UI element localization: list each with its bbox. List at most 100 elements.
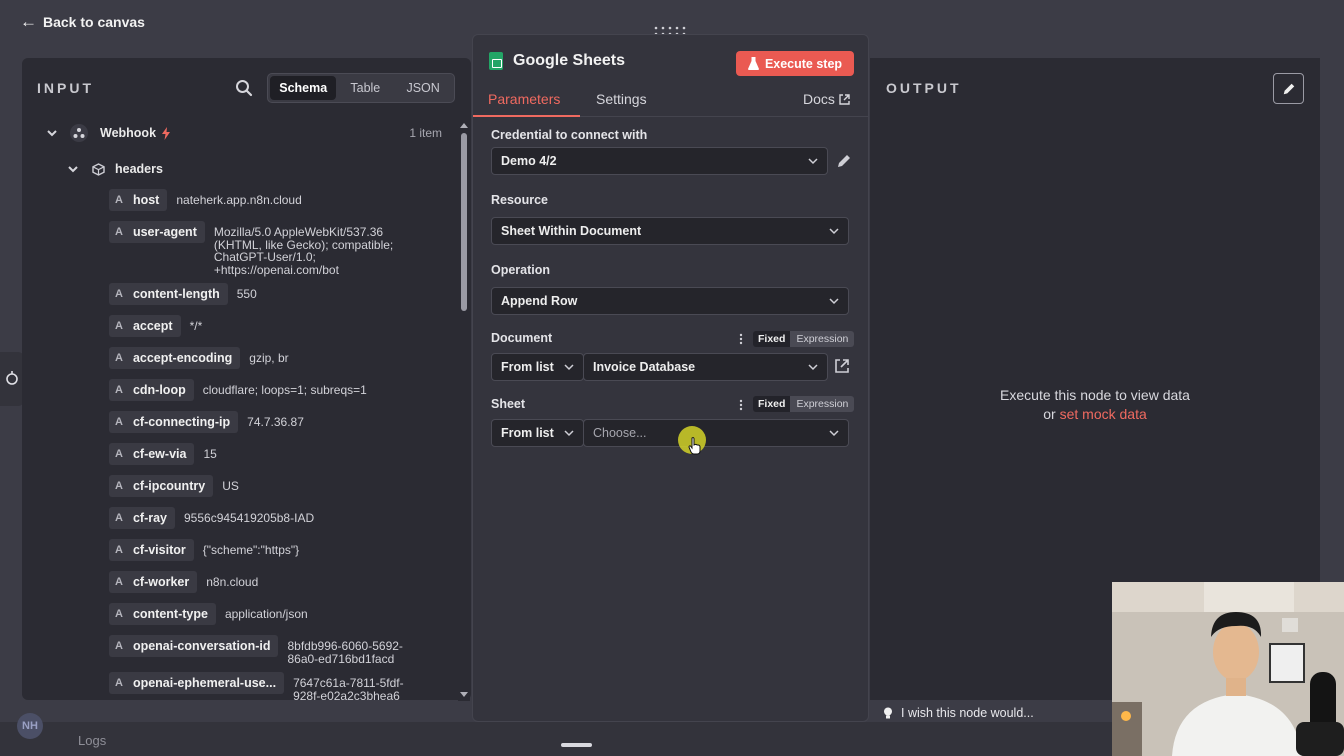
field-accept[interactable]: Aaccept */* <box>109 315 202 337</box>
field-key[interactable]: Acf-connecting-ip <box>109 411 239 433</box>
field-key[interactable]: Auser-agent <box>109 221 205 243</box>
key-label: cf-worker <box>132 575 190 589</box>
document-value: Invoice Database <box>593 360 696 374</box>
logs-toggle[interactable]: Logs <box>78 733 106 748</box>
field-key[interactable]: Ahost <box>109 189 168 211</box>
field-key[interactable]: Acontent-type <box>109 603 216 625</box>
field-value: 550 <box>236 287 257 301</box>
tab-settings[interactable]: Settings <box>596 91 647 107</box>
tab-parameters[interactable]: Parameters <box>488 91 560 107</box>
scroll-down-icon[interactable] <box>460 690 468 698</box>
field-user-agent[interactable]: Auser-agent Mozilla/5.0 AppleWebKit/537.… <box>109 221 393 276</box>
fixed-toggle[interactable]: Fixed <box>753 331 791 347</box>
field-value: */* <box>189 319 203 333</box>
field-value: n8n.cloud <box>206 575 259 589</box>
execute-label: Execute step <box>764 56 843 71</box>
execute-step-button[interactable]: Execute step <box>736 51 854 76</box>
expression-toggle[interactable]: Expression <box>790 331 855 347</box>
field-key[interactable]: Acontent-length <box>109 283 228 305</box>
field-cf-connecting-ip[interactable]: Acf-connecting-ip 74.7.36.87 <box>109 411 304 433</box>
back-to-canvas-button[interactable]: ← Back to canvas <box>20 13 145 30</box>
field-cdn-loop[interactable]: Acdn-loop cloudflare; loops=1; subreqs=1 <box>109 379 367 401</box>
field-cf-worker[interactable]: Acf-worker n8n.cloud <box>109 571 258 593</box>
document-mode-toggle: Fixed Expression <box>753 331 855 347</box>
string-type-icon: A <box>115 384 123 396</box>
document-mode: From list <box>501 360 554 374</box>
field-key[interactable]: Acf-worker <box>109 571 198 593</box>
key-label: content-length <box>132 287 220 301</box>
field-key[interactable]: Aaccept <box>109 315 181 337</box>
mock-hint: or set mock data <box>870 405 1320 424</box>
document-select[interactable]: Invoice Database <box>583 353 828 381</box>
scroll-thumb[interactable] <box>461 133 467 311</box>
lightning-icon <box>162 126 171 140</box>
tab-schema[interactable]: Schema <box>270 76 337 100</box>
set-mock-data-link[interactable]: set mock data <box>1060 406 1147 422</box>
field-key[interactable]: Acf-visitor <box>109 539 194 561</box>
chevron-down-icon[interactable] <box>67 163 79 175</box>
tree-node-webhook[interactable]: Webhook 1 item <box>22 120 458 146</box>
feedback-link[interactable]: I wish this node would... <box>883 706 1034 720</box>
field-openai-conversation-id[interactable]: Aopenai-conversation-id 8bfdb996-6060-56… <box>109 635 403 665</box>
fixed-toggle[interactable]: Fixed <box>753 396 791 412</box>
open-external-icon[interactable] <box>834 358 850 374</box>
resize-handle[interactable] <box>561 743 592 747</box>
field-key[interactable]: Aopenai-ephemeral-use... <box>109 672 285 694</box>
active-tab-indicator <box>473 115 580 117</box>
field-key[interactable]: Acf-ipcountry <box>109 475 214 497</box>
resource-value: Sheet Within Document <box>501 224 642 238</box>
chevron-down-icon <box>829 298 839 305</box>
docs-link[interactable]: Docs <box>803 91 850 107</box>
field-key[interactable]: Acdn-loop <box>109 379 194 401</box>
chevron-down-icon[interactable] <box>46 127 58 139</box>
tab-table[interactable]: Table <box>336 76 394 100</box>
field-value: 74.7.36.87 <box>247 415 304 429</box>
field-key[interactable]: Acf-ray <box>109 507 175 529</box>
avatar[interactable]: NH <box>17 713 43 739</box>
field-cf-ipcountry[interactable]: Acf-ipcountry US <box>109 475 239 497</box>
pencil-icon[interactable] <box>836 153 852 169</box>
search-icon[interactable] <box>234 78 254 98</box>
credential-value: Demo 4/2 <box>501 154 557 168</box>
webcam-overlay <box>1112 582 1344 756</box>
field-openai-ephemeral-user[interactable]: Aopenai-ephemeral-use... 7647c61a-7811-5… <box>109 672 404 700</box>
string-type-icon: A <box>115 320 123 332</box>
key-label: openai-conversation-id <box>132 639 271 653</box>
resource-select[interactable]: Sheet Within Document <box>491 217 849 245</box>
field-host[interactable]: Ahost nateherk.app.n8n.cloud <box>109 189 302 211</box>
operation-select[interactable]: Append Row <box>491 287 849 315</box>
field-cf-ray[interactable]: Acf-ray 9556c945419205b8-IAD <box>109 507 314 529</box>
string-type-icon: A <box>115 416 123 428</box>
scroll-up-icon[interactable] <box>460 122 468 130</box>
field-key[interactable]: Aopenai-conversation-id <box>109 635 279 657</box>
credential-select[interactable]: Demo 4/2 <box>491 147 828 175</box>
left-side-tab[interactable] <box>0 352 24 406</box>
field-cf-ew-via[interactable]: Acf-ew-via 15 <box>109 443 217 465</box>
edit-output-button[interactable] <box>1273 73 1304 104</box>
sheet-select[interactable]: Choose... <box>583 419 849 447</box>
field-cf-visitor[interactable]: Acf-visitor {"scheme":"https"} <box>109 539 299 561</box>
field-value: 15 <box>203 447 217 461</box>
input-title: INPUT <box>37 80 94 96</box>
object-icon <box>89 160 107 178</box>
key-label: content-type <box>132 607 208 621</box>
key-label: cf-ray <box>132 511 167 525</box>
field-content-type[interactable]: Acontent-type application/json <box>109 603 308 625</box>
field-key[interactable]: Aaccept-encoding <box>109 347 241 369</box>
field-accept-encoding[interactable]: Aaccept-encoding gzip, br <box>109 347 289 369</box>
chevron-down-icon <box>829 430 839 437</box>
sheet-source-select[interactable]: From list <box>491 419 584 447</box>
field-key[interactable]: Acf-ew-via <box>109 443 195 465</box>
more-options-icon[interactable] <box>739 399 743 411</box>
tree-node-headers[interactable]: headers <box>22 156 458 182</box>
key-label: cf-ipcountry <box>132 479 206 493</box>
key-label: cf-connecting-ip <box>132 415 231 429</box>
tab-json[interactable]: JSON <box>394 76 452 100</box>
more-options-icon[interactable] <box>739 333 743 345</box>
document-source-select[interactable]: From list <box>491 353 584 381</box>
field-value: 9556c945419205b8-IAD <box>184 511 315 525</box>
expression-toggle[interactable]: Expression <box>790 396 855 412</box>
input-scrollbar[interactable] <box>458 119 470 701</box>
field-content-length[interactable]: Acontent-length 550 <box>109 283 257 305</box>
or-text: or <box>1043 406 1056 422</box>
